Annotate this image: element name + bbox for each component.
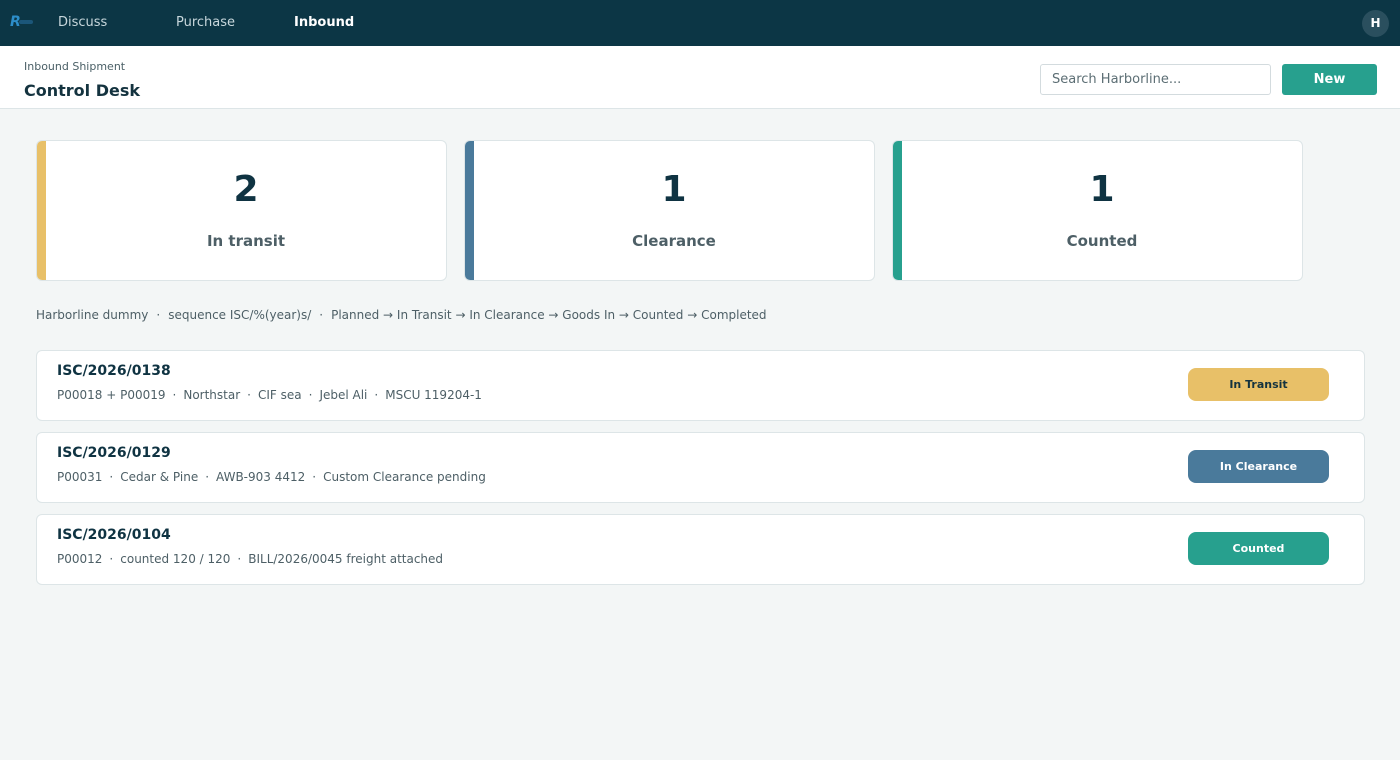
shipment-meta: P00018 + P00019 · Northstar · CIF sea · Jebel … [57,388,482,402]
separator-dot: · [319,308,324,322]
status-badge[interactable]: In Clearance [1188,450,1329,483]
page-header: Inbound Shipment Control Desk New [0,46,1400,109]
meta-vendor: Northstar [183,388,241,402]
separator-dot: · [109,552,114,566]
stat-accent-bar [37,141,46,280]
shipment-row[interactable]: ISC/2026/0104 P00012 · counted 120 / 120 · B… [36,514,1365,585]
separator-dot: · [237,552,242,566]
search-input[interactable] [1040,64,1271,95]
meta-po: P00031 [57,470,103,484]
sequence-info: Harborline dummy · sequence ISC/%(year)s/ ·… [36,308,767,322]
separator-dot: · [308,388,313,402]
stat-card-counted[interactable]: 1 Counted [892,140,1303,281]
shipment-row[interactable]: ISC/2026/0138 P00018 + P00019 · Northstar ·… [36,350,1365,421]
sequence-pattern: sequence ISC/%(year)s/ [168,308,312,322]
status-flow: Planned → In Transit → In Clearance → Go… [331,308,767,322]
shipment-meta: P00031 · Cedar & Pine · AWB-903 4412 · Custom … [57,470,486,484]
meta-bill: BILL/2026/0045 freight attached [248,552,444,566]
shipment-row[interactable]: ISC/2026/0129 P00031 · Cedar & Pine · AWB-90… [36,432,1365,503]
stat-card-clearance[interactable]: 1 Clearance [464,140,875,281]
shipment-reference[interactable]: ISC/2026/0104 [57,527,171,543]
top-navbar: R Discuss Purchase Inbound H [0,0,1400,46]
separator-dot: · [109,470,114,484]
meta-incoterm: CIF sea [257,388,302,402]
nav-item-purchase[interactable]: Purchase [176,0,235,46]
separator-dot: · [172,388,177,402]
stat-label: Counted [1066,232,1138,250]
company-name: Harborline dummy [36,308,149,322]
meta-airwaybill: AWB-903 4412 [216,470,306,484]
status-badge[interactable]: Counted [1188,532,1329,565]
separator-dot: · [205,470,210,484]
stat-label: In transit [206,232,286,250]
breadcrumb[interactable]: Inbound Shipment [24,60,125,73]
meta-port: Jebel Ali [319,388,368,402]
stat-accent-bar [893,141,902,280]
stat-accent-bar [465,141,474,280]
meta-po: P00018 + P00019 [57,388,166,402]
meta-po: P00012 [57,552,103,566]
separator-dot: · [312,470,317,484]
separator-dot: · [247,388,251,402]
meta-container: MSCU 119204-1 [385,388,482,402]
stat-label: Clearance [632,232,716,250]
new-button[interactable]: New [1282,64,1377,95]
stat-card-in-transit[interactable]: 2 In transit [36,140,447,281]
shipment-meta: P00012 · counted 120 / 120 · BILL/2026/0045 … [57,552,443,566]
harborline-logo-icon[interactable]: R [10,13,40,31]
stat-value: 1 [1089,169,1115,210]
page-title: Control Desk [24,81,141,100]
stat-value: 1 [661,169,687,210]
meta-note: Custom Clearance pending [323,470,486,484]
meta-count: counted 120 / 120 [120,552,231,566]
nav-item-discuss[interactable]: Discuss [58,0,107,46]
meta-vendor: Cedar & Pine [120,470,199,484]
user-avatar[interactable]: H [1362,10,1389,37]
shipment-reference[interactable]: ISC/2026/0129 [57,445,171,461]
nav-item-inbound[interactable]: Inbound [294,0,354,46]
stat-value: 2 [233,169,259,210]
status-badge[interactable]: In Transit [1188,368,1329,401]
separator-dot: · [156,308,161,322]
separator-dot: · [374,388,379,402]
shipment-reference[interactable]: ISC/2026/0138 [57,363,171,379]
